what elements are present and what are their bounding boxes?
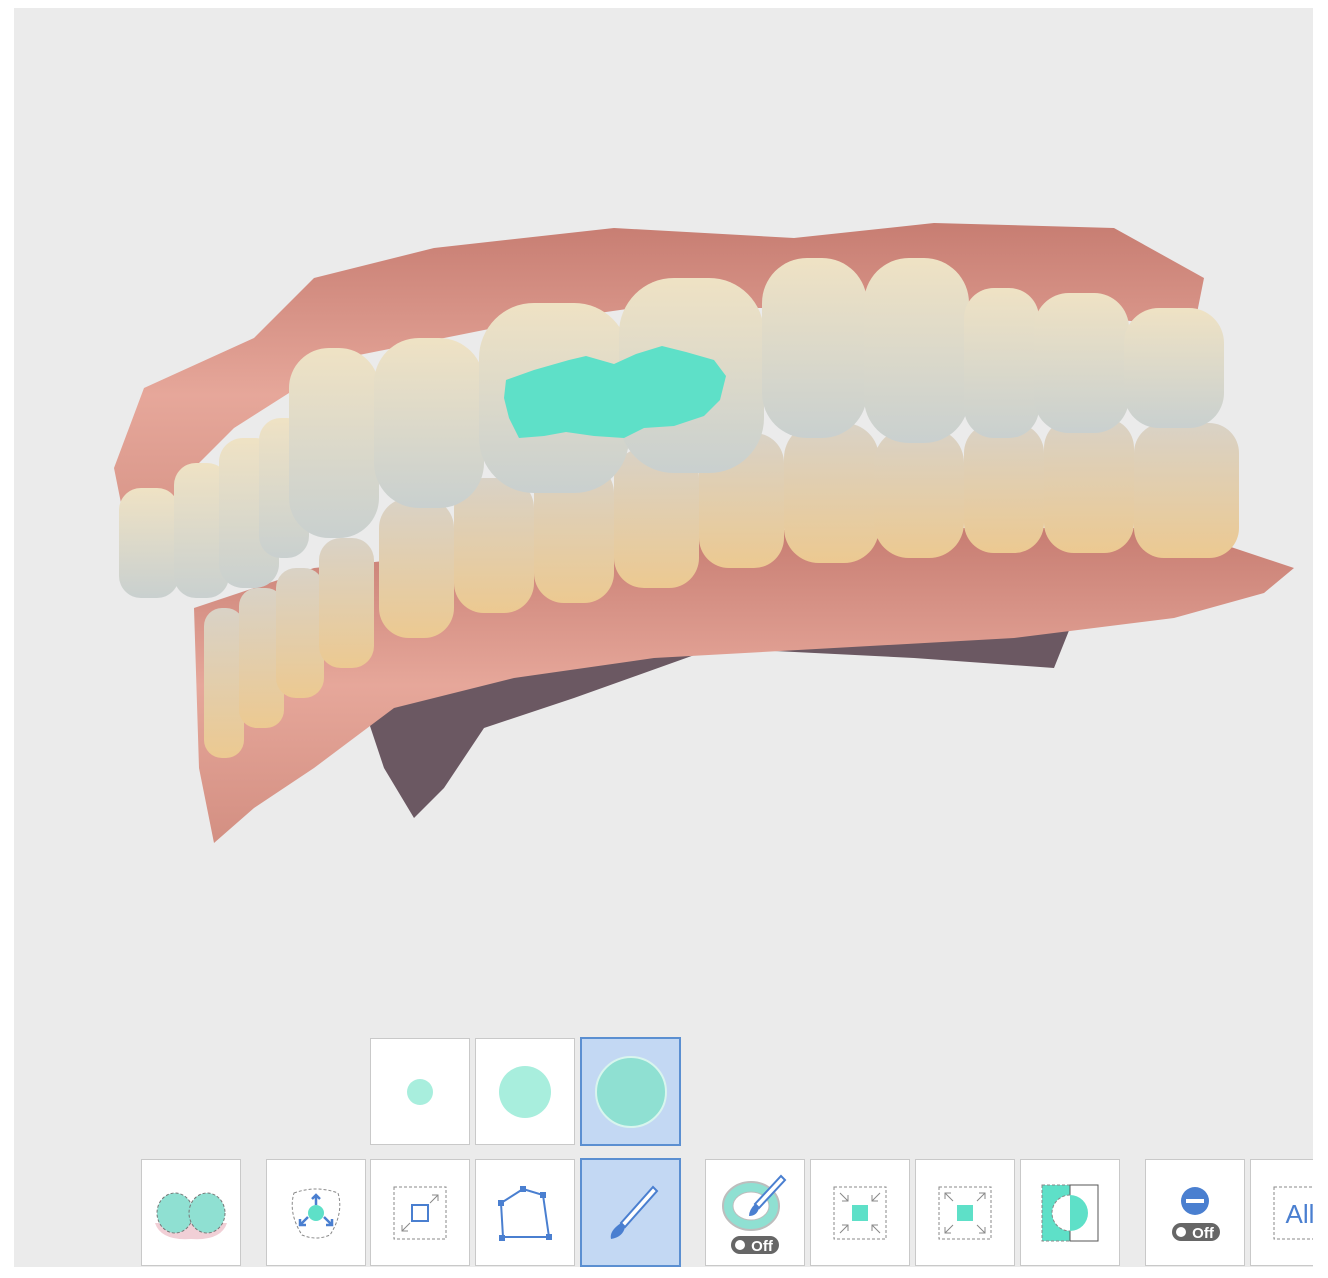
grow-icon: [938, 1186, 992, 1239]
fill-toggle-label: Off: [751, 1238, 774, 1255]
shrink-selection-button[interactable]: [810, 1159, 910, 1266]
deselect-button[interactable]: Off: [1145, 1159, 1245, 1266]
3d-scan-viewport[interactable]: Off Off All: [14, 8, 1313, 1267]
polygon-selection-button[interactable]: [475, 1159, 575, 1266]
select-all-button[interactable]: All: [1250, 1159, 1313, 1266]
rectangle-selection-button[interactable]: [370, 1159, 470, 1266]
select-all-icon: All: [1273, 1186, 1313, 1239]
brush-selection-button[interactable]: [580, 1158, 681, 1267]
select-all-label: All: [1286, 1199, 1313, 1229]
fill-selection-button[interactable]: Off: [705, 1159, 805, 1266]
deselect-toggle-label: Off: [1192, 1225, 1215, 1242]
invert-selection-button[interactable]: [1020, 1159, 1120, 1266]
brush-size-small[interactable]: [370, 1038, 470, 1145]
fill-brush-icon: Off: [722, 1174, 787, 1255]
rectangle-select-icon: [393, 1186, 447, 1239]
brush-icon: [610, 1185, 658, 1239]
grow-selection-button[interactable]: [915, 1159, 1015, 1266]
minus-circle-icon: Off: [1172, 1186, 1220, 1242]
polygon-select-icon: [498, 1185, 552, 1241]
expand-selection-icon: [291, 1188, 341, 1238]
shrink-icon: [833, 1186, 887, 1239]
brush-size-medium[interactable]: [475, 1038, 575, 1145]
smart-selection-button[interactable]: [266, 1159, 366, 1266]
invert-icon: [1041, 1184, 1099, 1241]
dental-scan-model[interactable]: [14, 8, 1313, 1038]
jaw-selection-button[interactable]: [141, 1159, 241, 1266]
jaw-teeth-icon: [155, 1192, 227, 1239]
brush-size-large[interactable]: [580, 1037, 681, 1146]
